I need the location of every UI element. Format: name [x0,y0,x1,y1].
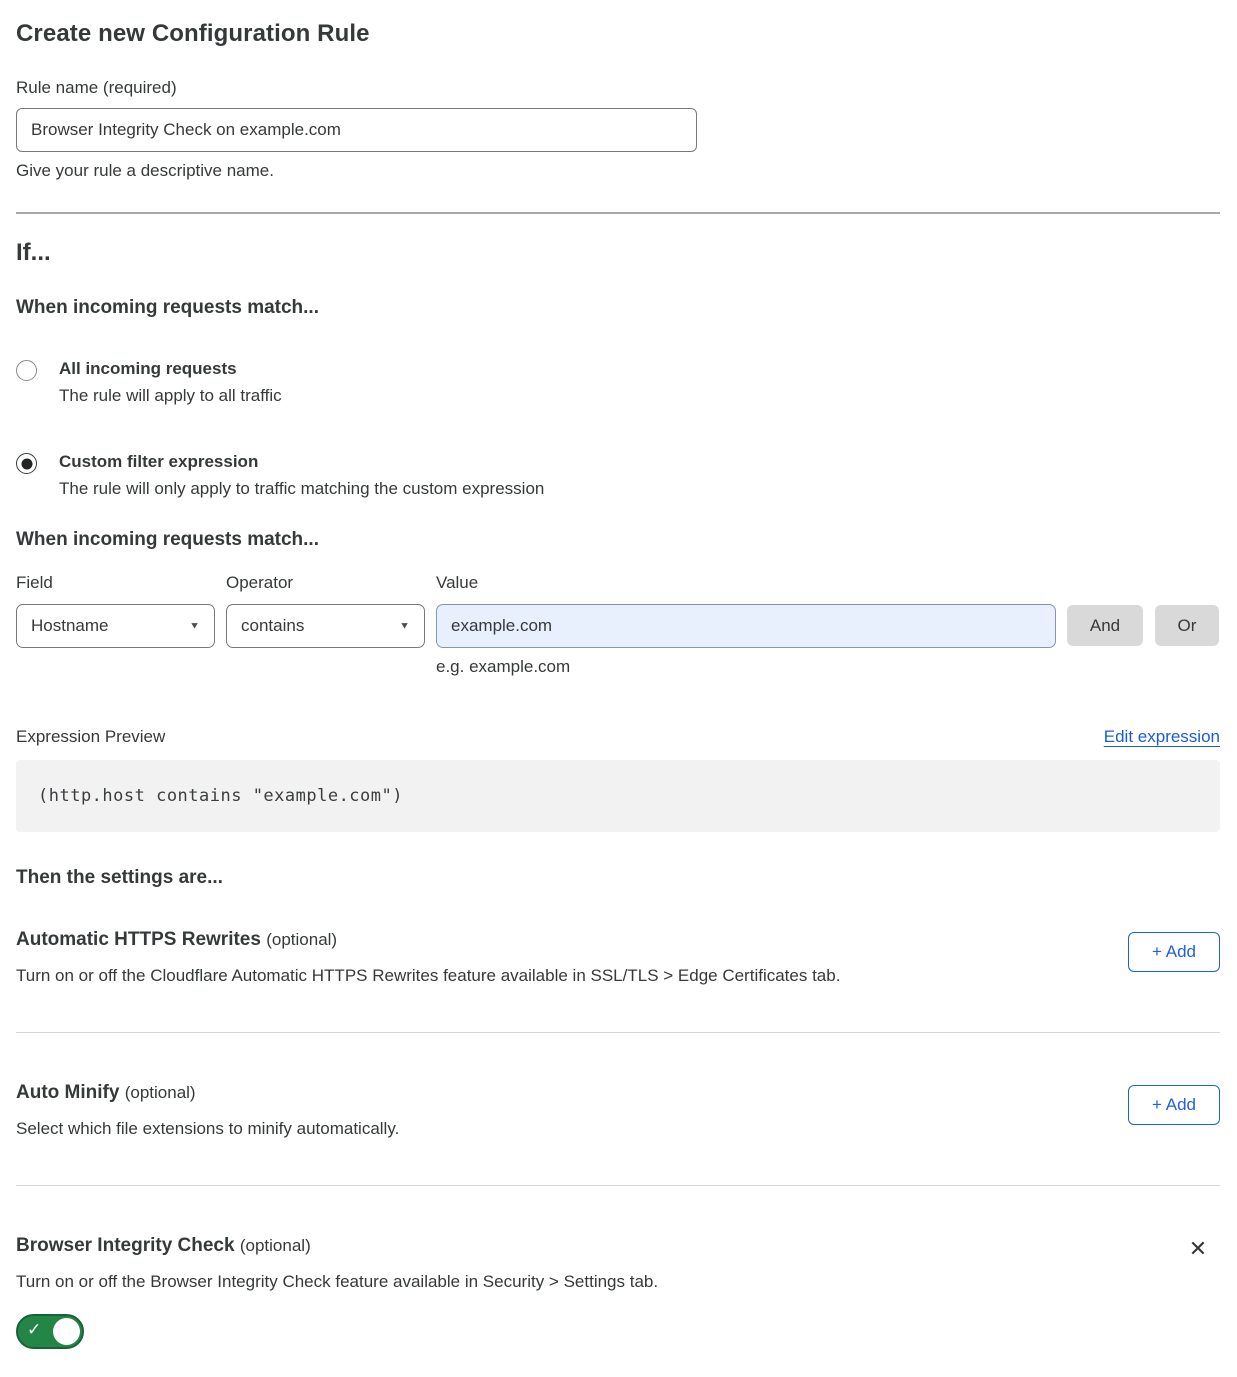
browser-integrity-check-toggle[interactable]: ✓ [16,1314,84,1349]
operator-select-value: contains [241,616,304,636]
setting-section-automatic-https-rewrites: Automatic HTTPS Rewrites (optional) Turn… [16,929,1220,986]
setting-section-auto-minify: Auto Minify (optional) Select which file… [16,1082,1220,1139]
chevron-down-icon: ▼ [189,621,200,631]
page-title: Create new Configuration Rule [16,20,1220,48]
setting-title: Automatic HTTPS Rewrites [16,929,261,950]
radio-custom-filter-description: The rule will only apply to traffic matc… [59,479,544,499]
filter-heading: When incoming requests match... [16,529,1220,551]
radio-all-incoming-label: All incoming requests [59,359,282,379]
setting-title: Auto Minify [16,1082,119,1103]
radio-option-all-incoming[interactable]: All incoming requests The rule will appl… [16,359,1220,406]
setting-optional-tag: (optional) [266,930,337,949]
setting-optional-tag: (optional) [240,1236,311,1255]
close-icon[interactable]: ✕ [1184,1235,1212,1263]
field-label: Field [16,573,215,593]
value-label: Value [436,573,1056,593]
section-divider [16,1185,1220,1186]
radio-all-incoming-description: The rule will apply to all traffic [59,386,282,406]
add-automatic-https-rewrites-button[interactable]: + Add [1128,932,1220,972]
top-divider [16,212,1220,214]
operator-select[interactable]: contains ▼ [226,604,425,648]
value-hint: e.g. example.com [436,657,1056,677]
expression-preview-box: (http.host contains "example.com") [16,760,1220,832]
if-heading: If... [16,239,1220,267]
filter-builder-row: Field Hostname ▼ Operator contains ▼ Val… [16,573,1220,677]
chevron-down-icon: ▼ [399,621,410,631]
toggle-knob [53,1318,80,1345]
field-select[interactable]: Hostname ▼ [16,604,215,648]
setting-description: Turn on or off the Browser Integrity Che… [16,1272,658,1292]
expression-preview-label: Expression Preview [16,727,165,747]
section-divider [16,1032,1220,1033]
setting-description: Turn on or off the Cloudflare Automatic … [16,966,840,986]
expression-code: (http.host contains "example.com") [38,786,403,806]
or-button[interactable]: Or [1155,605,1219,646]
radio-all-incoming[interactable] [16,360,37,381]
setting-optional-tag: (optional) [125,1083,196,1102]
operator-label: Operator [226,573,425,593]
rule-name-help: Give your rule a descriptive name. [16,161,1220,181]
value-input[interactable] [436,604,1056,648]
radio-custom-filter-label: Custom filter expression [59,452,544,472]
check-icon: ✓ [27,1320,41,1340]
create-configuration-rule-page: Create new Configuration Rule Rule name … [0,0,1237,1377]
then-settings-heading: Then the settings are... [16,867,1220,889]
setting-description: Select which file extensions to minify a… [16,1119,399,1139]
radio-option-custom-filter[interactable]: Custom filter expression The rule will o… [16,452,1220,499]
radio-custom-filter[interactable] [16,453,37,474]
add-auto-minify-button[interactable]: + Add [1128,1085,1220,1125]
match-heading: When incoming requests match... [16,297,1220,319]
field-select-value: Hostname [31,616,108,636]
rule-name-label: Rule name (required) [16,78,1220,98]
and-button[interactable]: And [1067,605,1143,646]
setting-title: Browser Integrity Check [16,1235,235,1256]
edit-expression-link[interactable]: Edit expression [1104,727,1220,747]
setting-section-browser-integrity-check: Browser Integrity Check (optional) Turn … [16,1235,1220,1354]
rule-name-input[interactable] [16,108,697,152]
